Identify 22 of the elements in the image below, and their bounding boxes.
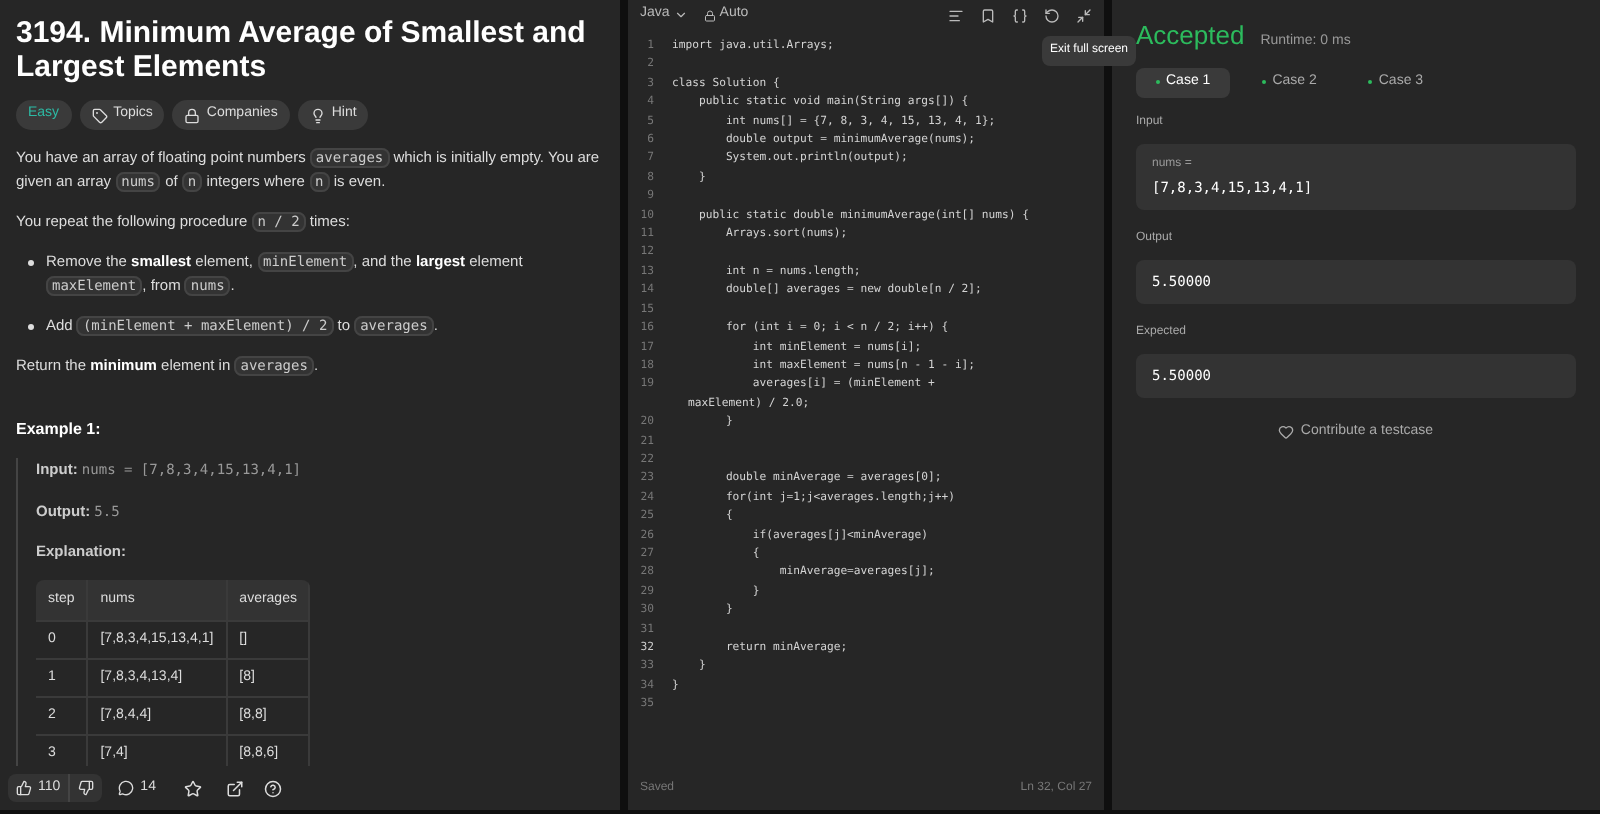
comment-icon bbox=[118, 780, 135, 796]
bookmark-icon[interactable] bbox=[980, 7, 996, 23]
braces-icon[interactable] bbox=[1012, 7, 1028, 23]
hint-icon bbox=[309, 107, 326, 123]
help-icon[interactable] bbox=[263, 779, 282, 797]
topics-icon bbox=[91, 107, 108, 123]
example-title: Example 1: bbox=[16, 418, 103, 442]
format-icon[interactable] bbox=[948, 7, 964, 23]
lock-icon bbox=[703, 9, 716, 21]
companies-icon bbox=[184, 107, 201, 123]
bullet-icon bbox=[28, 324, 34, 330]
problem-title: 3194. Minimum Average of Smallest and Largest Elements bbox=[16, 16, 588, 84]
verdict-label: Accepted bbox=[1136, 18, 1245, 54]
star-icon[interactable] bbox=[183, 779, 202, 797]
chevron-down-icon bbox=[673, 8, 688, 22]
thumbs-down-icon bbox=[78, 780, 95, 796]
thumbs-up-icon bbox=[16, 780, 32, 796]
exit-fullscreen-icon[interactable] bbox=[1076, 7, 1092, 23]
heart-icon bbox=[1278, 424, 1295, 441]
bullet-icon bbox=[28, 260, 34, 266]
share-icon[interactable] bbox=[225, 779, 244, 797]
reset-icon[interactable] bbox=[1044, 7, 1060, 23]
